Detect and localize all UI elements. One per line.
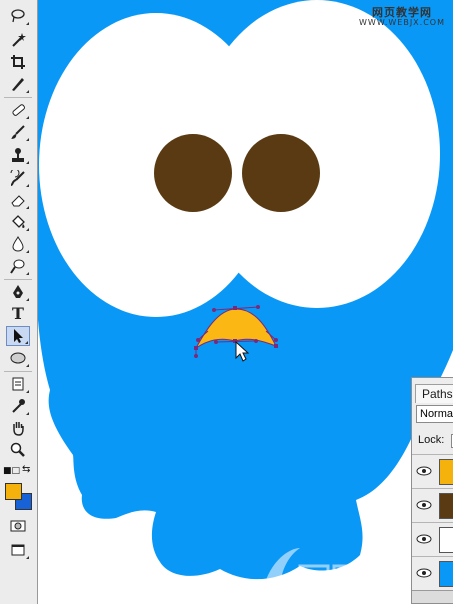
visibility-eye-icon[interactable] xyxy=(416,464,432,478)
visibility-eye-icon[interactable] xyxy=(416,566,432,580)
history-brush-icon[interactable] xyxy=(6,168,30,188)
swap-colors-icon[interactable]: ⇆ xyxy=(22,464,30,475)
foreground-color-swatch[interactable] xyxy=(5,483,22,500)
magic-wand-icon[interactable] xyxy=(6,30,30,50)
layer-row[interactable] xyxy=(412,522,453,556)
healing-brush-icon[interactable] xyxy=(6,100,30,120)
right-pupil xyxy=(242,134,320,212)
layer-row[interactable] xyxy=(412,454,453,488)
ellipse-icon[interactable] xyxy=(6,348,30,368)
crop-icon[interactable] xyxy=(6,52,30,72)
lock-label: Lock: xyxy=(418,434,445,446)
quick-mask-icon[interactable] xyxy=(6,516,30,536)
watermark-line2: WWW.WEBJX.COM xyxy=(359,17,445,27)
watermark-line1: 网页教学网 xyxy=(372,6,432,19)
document-canvas[interactable] xyxy=(38,0,453,604)
notes-icon[interactable] xyxy=(6,374,30,394)
layer-thumbnail xyxy=(439,561,453,587)
layer-row[interactable] xyxy=(412,556,453,590)
left-pupil xyxy=(154,134,232,212)
visibility-eye-icon[interactable] xyxy=(416,532,432,546)
paint-bucket-icon[interactable] xyxy=(6,212,30,232)
zoom-icon[interactable] xyxy=(6,440,30,460)
panel-footer xyxy=(412,590,453,603)
type-icon[interactable]: T xyxy=(6,303,30,323)
toolbox: T ■□ ⇆ xyxy=(0,0,38,604)
layer-row[interactable] xyxy=(412,488,453,522)
paths-panel: Paths Normal Lock: xyxy=(411,377,453,604)
path-selection-icon[interactable] xyxy=(6,326,30,346)
dodge-icon[interactable] xyxy=(6,256,30,276)
tab-paths[interactable]: Paths xyxy=(415,384,453,403)
slice-icon[interactable] xyxy=(6,74,30,94)
site-watermark: 网页教学网 WWW.WEBJX.COM xyxy=(359,7,445,27)
visibility-eye-icon[interactable] xyxy=(416,498,432,512)
blur-icon[interactable] xyxy=(6,234,30,254)
blend-mode-select[interactable]: Normal xyxy=(416,405,453,423)
right-eye-white xyxy=(194,0,440,308)
pen-icon[interactable] xyxy=(6,282,30,302)
layer-thumbnail xyxy=(439,459,453,485)
eyedropper-icon[interactable] xyxy=(6,396,30,416)
brush-icon[interactable] xyxy=(6,122,30,142)
lasso-icon[interactable] xyxy=(6,6,30,26)
default-colors-icon[interactable]: ■□ xyxy=(3,466,20,476)
layer-thumbnail xyxy=(439,527,453,553)
clone-stamp-icon[interactable] xyxy=(6,145,30,165)
hand-icon[interactable] xyxy=(6,418,30,438)
screen-mode-icon[interactable] xyxy=(6,540,30,560)
layer-thumbnail xyxy=(439,493,453,519)
eraser-icon[interactable] xyxy=(6,190,30,210)
